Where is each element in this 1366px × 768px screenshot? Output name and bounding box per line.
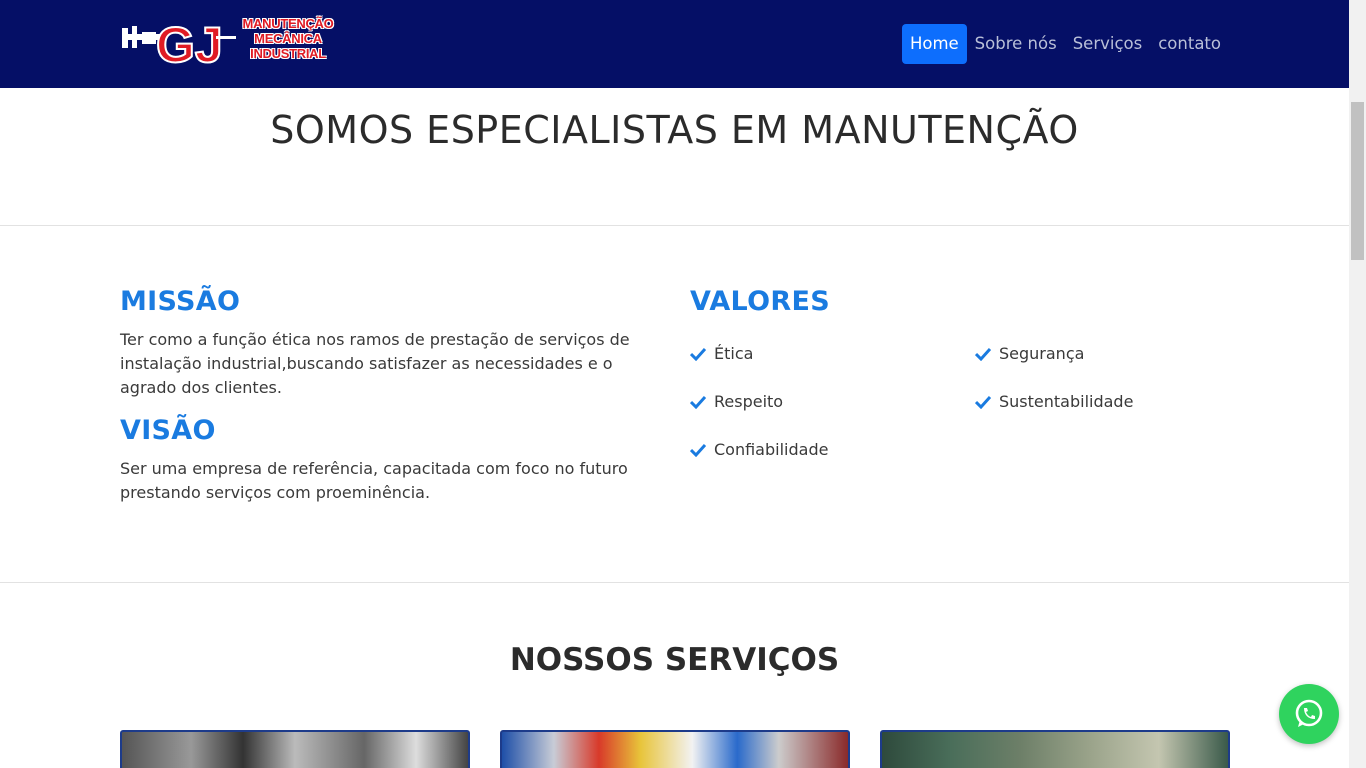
- scrollbar[interactable]: [1349, 0, 1366, 768]
- navbar: GJ MANUTENÇÃO MECÂNICA INDUSTRIAL Home S…: [0, 0, 1349, 88]
- value-label: Respeito: [714, 392, 784, 411]
- value-item-etica: Ética: [690, 344, 753, 363]
- section-divider: [0, 582, 1349, 583]
- whatsapp-button[interactable]: [1279, 684, 1339, 744]
- mission-heading: MISSÃO: [120, 286, 241, 317]
- value-item-sustentabilidade: Sustentabilidade: [975, 392, 1133, 411]
- logo-initials: GJ: [156, 17, 223, 66]
- value-item-confiabilidade: Confiabilidade: [690, 440, 828, 459]
- nav-item-servicos[interactable]: Serviços: [1065, 24, 1151, 64]
- hero-title: SOMOS ESPECIALISTAS EM MANUTENÇÃO: [270, 108, 1079, 152]
- whatsapp-icon: [1295, 699, 1323, 727]
- check-icon: [690, 347, 706, 361]
- value-label: Segurança: [999, 344, 1085, 363]
- logo-line-3: INDUSTRIAL: [250, 46, 326, 61]
- company-logo[interactable]: GJ MANUTENÇÃO MECÂNICA INDUSTRIAL: [120, 14, 338, 74]
- value-label: Sustentabilidade: [999, 392, 1134, 411]
- nav-item-sobre-nos[interactable]: Sobre nós: [967, 24, 1065, 64]
- nav-item-home[interactable]: Home: [901, 24, 967, 64]
- check-icon: [690, 443, 706, 457]
- mission-text: Ter como a função ética nos ramos de pre…: [120, 330, 630, 397]
- services-title: NOSSOS SERVIÇOS: [509, 642, 840, 678]
- vision-heading: VISÃO: [120, 415, 216, 446]
- logo-line-1: MANUTENÇÃO: [242, 16, 334, 31]
- vision-text: Ser uma empresa de referência, capacitad…: [120, 459, 628, 502]
- main-nav: Home Sobre nós Serviços contato: [901, 24, 1229, 64]
- section-divider: [0, 225, 1349, 226]
- check-icon: [975, 347, 991, 361]
- values-heading: VALORES: [690, 286, 830, 317]
- value-label: Confiabilidade: [714, 440, 829, 459]
- check-icon: [690, 395, 706, 409]
- value-label: Ética: [714, 344, 754, 363]
- scrollbar-thumb[interactable]: [1351, 102, 1364, 260]
- service-card-image[interactable]: [120, 730, 470, 768]
- service-card-image[interactable]: [880, 730, 1230, 768]
- service-card-image[interactable]: [500, 730, 850, 768]
- caliper-logo-icon: GJ: [122, 16, 236, 74]
- value-item-respeito: Respeito: [690, 392, 783, 411]
- logo-text: MANUTENÇÃO MECÂNICA INDUSTRIAL: [238, 16, 338, 61]
- nav-item-contato[interactable]: contato: [1150, 24, 1229, 64]
- logo-line-2: MECÂNICA: [254, 31, 322, 46]
- check-icon: [975, 395, 991, 409]
- value-item-seguranca: Segurança: [975, 344, 1084, 363]
